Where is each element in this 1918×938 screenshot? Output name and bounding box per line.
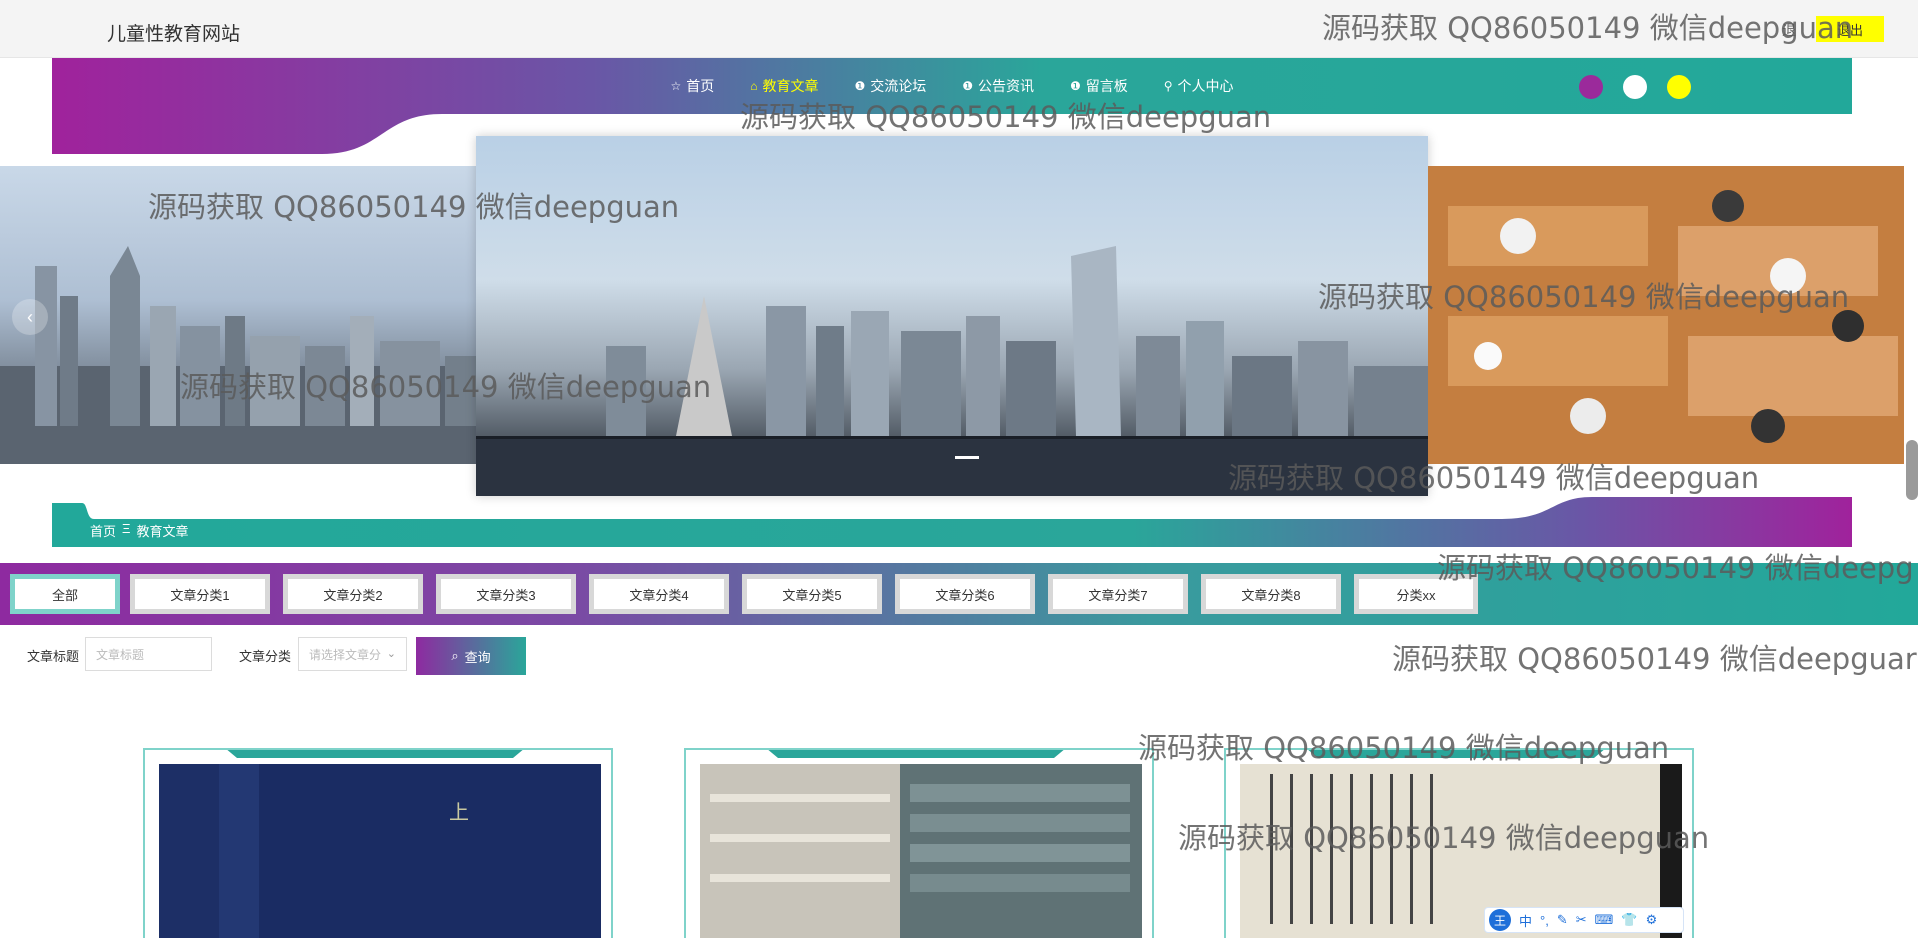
carousel-indicator-active[interactable] xyxy=(955,456,979,459)
city-skyline-center-image xyxy=(476,246,1428,496)
page-scrollbar[interactable] xyxy=(1906,440,1918,500)
category-tab-7[interactable]: 文章分类7 xyxy=(1048,574,1188,614)
category-tab-4[interactable]: 文章分类4 xyxy=(589,574,729,614)
logout-button[interactable]: 退出 xyxy=(1816,16,1884,42)
breadcrumb-background xyxy=(52,497,1852,547)
category-tab-5[interactable]: 文章分类5 xyxy=(742,574,882,614)
breadcrumb-current: 教育文章 xyxy=(136,524,189,539)
banner-carousel: ‹ xyxy=(0,136,1918,496)
top-bar: 儿童性教育网站 退 退出 xyxy=(0,0,1918,58)
category-tab-8[interactable]: 文章分类8 xyxy=(1201,574,1341,614)
nav-item-profile[interactable]: ⚲ 个人中心 xyxy=(1146,58,1252,114)
card-decoration xyxy=(766,750,1066,758)
breadcrumb-separator: Ξ xyxy=(122,521,131,536)
breadcrumb-home[interactable]: 首页 xyxy=(90,521,116,540)
carousel-slide-city-skyline[interactable]: ‹ xyxy=(0,166,476,464)
user-icon: ⚲ xyxy=(1163,79,1173,93)
theme-dot-yellow[interactable] xyxy=(1667,75,1691,99)
nav-label: 教育文章 xyxy=(762,78,819,94)
top-user-text: 退 xyxy=(1782,22,1796,38)
bag-icon: ⌂ xyxy=(750,79,758,93)
city-skyline-image xyxy=(0,246,476,464)
category-label: 文章分类 xyxy=(239,649,292,664)
scissors-icon[interactable]: ✂ xyxy=(1576,912,1587,928)
category-tab-all[interactable]: 全部 xyxy=(10,574,120,614)
info-icon: ❶ xyxy=(962,79,973,93)
category-bar: 全部 文章分类1 文章分类2 文章分类3 文章分类4 文章分类5 文章分类6 文… xyxy=(0,563,1918,625)
title-search-input[interactable]: 文章标题 xyxy=(85,637,212,671)
breadcrumb: 首页 Ξ 教育文章 xyxy=(90,521,188,540)
category-tab-2[interactable]: 文章分类2 xyxy=(283,574,423,614)
category-select-placeholder: 请选择文章分 xyxy=(309,647,382,662)
nav-label: 留言板 xyxy=(1085,78,1128,94)
query-button-label: 查询 xyxy=(464,649,491,665)
chevron-down-icon: ⌄ xyxy=(386,648,396,660)
shirt-icon[interactable]: 👕 xyxy=(1621,912,1637,928)
carousel-prev-arrow[interactable]: ‹ xyxy=(12,299,48,335)
keyboard-icon[interactable]: ⌨ xyxy=(1595,912,1614,928)
article-image xyxy=(700,764,1142,938)
carousel-slide-study-room[interactable] xyxy=(1428,166,1904,464)
nav-label: 个人中心 xyxy=(1177,78,1234,94)
gear-icon[interactable]: ⚙ xyxy=(1646,912,1658,928)
books-stack-image xyxy=(700,764,1142,938)
nav-item-forum[interactable]: ❶ 交流论坛 xyxy=(836,58,944,114)
card-decoration xyxy=(1306,750,1606,758)
theme-dot-purple[interactable] xyxy=(1579,75,1603,99)
breadcrumb-bar: 首页 Ξ 教育文章 xyxy=(52,497,1852,547)
info-icon: ❶ xyxy=(854,79,866,93)
category-select[interactable]: 请选择文章分 ⌄ xyxy=(298,637,407,671)
ime-mode[interactable]: 中 xyxy=(1519,911,1532,930)
article-card[interactable]: 上 xyxy=(143,748,613,938)
nav-item-news[interactable]: ❶ 公告资讯 xyxy=(944,58,1052,114)
category-tab-3[interactable]: 文章分类3 xyxy=(436,574,576,614)
ime-toolbar[interactable]: 王 中 °, ✎ ✂ ⌨ 👕 ⚙ xyxy=(1484,907,1684,933)
study-room-image xyxy=(1428,166,1904,464)
theme-dot-white[interactable] xyxy=(1623,75,1647,99)
nav-label: 交流论坛 xyxy=(870,78,927,94)
site-title: 儿童性教育网站 xyxy=(107,24,241,45)
nav-item-home[interactable]: ☆ 首页 xyxy=(652,58,732,114)
card-decoration xyxy=(225,750,525,758)
title-label: 文章标题 xyxy=(27,649,80,664)
query-button[interactable]: ⌕ 查询 xyxy=(416,637,526,675)
nav-item-messages[interactable]: ❶ 留言板 xyxy=(1052,58,1146,114)
ime-logo-icon: 王 xyxy=(1489,909,1511,931)
book-cover-image: 上 xyxy=(159,764,601,938)
category-tab-1[interactable]: 文章分类1 xyxy=(130,574,270,614)
category-tab-xx[interactable]: 分类xx xyxy=(1354,574,1478,614)
search-form: 文章标题 文章标题 文章分类 请选择文章分 ⌄ ⌕ 查询 xyxy=(0,635,1918,675)
search-icon: ⌕ xyxy=(451,648,459,663)
nav-label: 首页 xyxy=(686,78,715,94)
pen-icon[interactable]: ✎ xyxy=(1557,912,1568,928)
svg-text:上: 上 xyxy=(449,800,469,824)
carousel-slide-active[interactable] xyxy=(476,136,1428,496)
article-card[interactable] xyxy=(684,748,1154,938)
star-icon: ☆ xyxy=(670,79,682,93)
punctuation-icon[interactable]: °, xyxy=(1540,913,1549,928)
nav-label: 公告资讯 xyxy=(977,78,1034,94)
article-image: 上 xyxy=(159,764,601,938)
theme-switcher xyxy=(1579,75,1691,99)
category-tab-6[interactable]: 文章分类6 xyxy=(895,574,1035,614)
nav-item-articles[interactable]: ⌂ 教育文章 xyxy=(732,58,836,114)
info-icon: ❶ xyxy=(1069,79,1081,93)
